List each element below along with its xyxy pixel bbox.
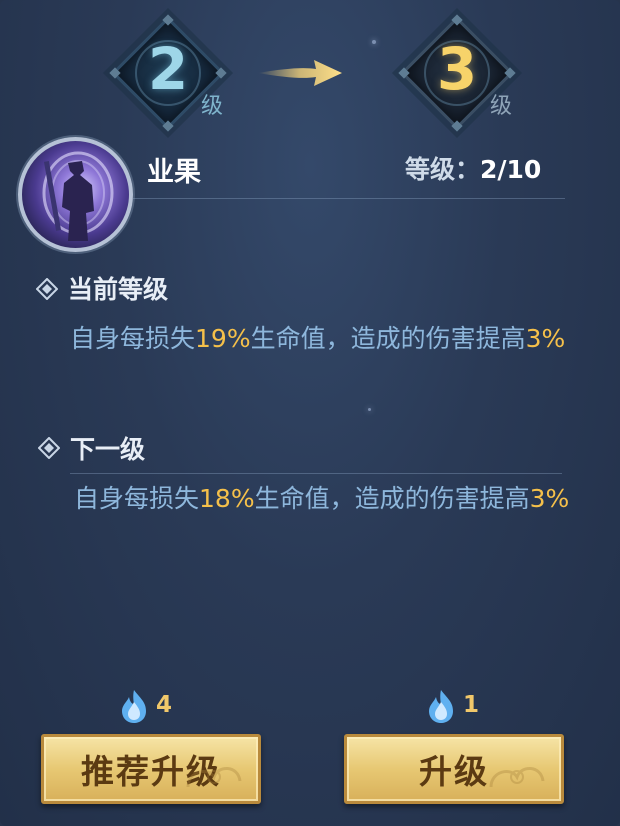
next-level-unit: 级	[490, 94, 513, 119]
cloud-pattern-icon	[489, 767, 545, 788]
divider	[133, 198, 565, 199]
upgrade-cost-amount: 1	[463, 692, 480, 718]
recommend-upgrade-button[interactable]: 推荐升级	[41, 734, 261, 804]
current-level-description: 自身每损失19%生命值，造成的伤害提高3%	[70, 324, 566, 353]
upgrade-label: 升级	[419, 752, 489, 791]
skill-upgrade-panel: 2 级 3 级 业果 等级：2/10 当前等级 自身每损失19%生命值，造成的伤…	[0, 0, 620, 826]
skill-level-label: 等级：	[405, 155, 481, 184]
current-level-badge: 2 级	[109, 14, 227, 132]
skill-name: 业果	[147, 157, 201, 188]
sparkle	[372, 40, 376, 44]
next-level-badge: 3 级	[398, 14, 516, 132]
skill-level: 等级：2/10	[405, 150, 541, 186]
cloud-pattern-icon	[186, 767, 242, 788]
sparkle	[368, 408, 371, 411]
current-level-unit: 级	[201, 94, 224, 119]
skill-level-value: 2/10	[480, 155, 542, 184]
arrow-right-icon	[258, 60, 342, 86]
skill-portrait-icon	[18, 137, 133, 252]
next-level-title: 下一级	[70, 435, 146, 464]
blue-flame-icon	[429, 690, 453, 723]
next-level-description: 自身每损失18%生命值，造成的伤害提高3%	[74, 484, 570, 513]
recommend-upgrade-cost-amount: 4	[156, 692, 173, 718]
upgrade-button[interactable]: 升级	[344, 734, 564, 804]
diamond-bullet-icon	[36, 278, 58, 300]
diamond-bullet-icon	[38, 437, 60, 459]
blue-flame-icon	[122, 690, 146, 723]
current-level-title: 当前等级	[68, 275, 169, 304]
